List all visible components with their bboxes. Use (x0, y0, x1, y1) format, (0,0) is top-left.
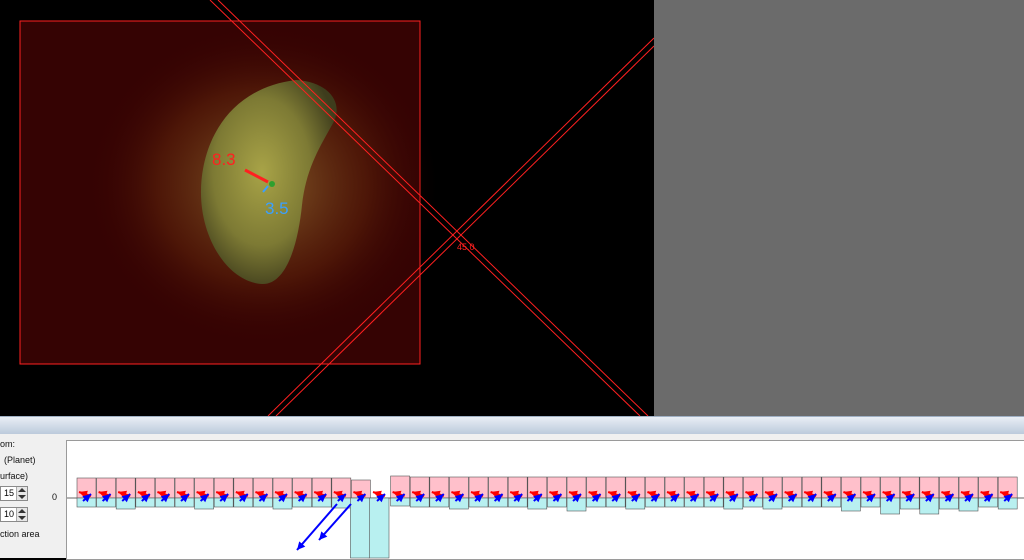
side-label-1: om: (0, 439, 16, 449)
spinner-1[interactable]: 15 (0, 486, 28, 501)
bottom-panel: om: (Planet) urface) 15 10 ction area 0 (0, 434, 1024, 560)
panel-splitter[interactable] (0, 416, 1024, 435)
gray-panel (654, 0, 1024, 416)
spin-up-icon[interactable] (18, 488, 26, 492)
spinner-1-value[interactable]: 15 (2, 487, 14, 500)
spinner-2-buttons[interactable] (16, 508, 27, 521)
profile-graph[interactable] (66, 440, 1024, 560)
graph-bar-negative (368, 497, 390, 559)
red-measure-label: 8.3 (212, 150, 236, 169)
side-label-3: urface) (0, 471, 29, 481)
angle-label: 45.0 (457, 242, 475, 252)
spin-down-icon[interactable] (18, 495, 26, 499)
side-label-2: (Planet) (4, 455, 36, 465)
spin-up-icon[interactable] (18, 509, 26, 513)
spinner-2-value[interactable]: 10 (2, 508, 14, 521)
blue-measure-label: 3.5 (265, 199, 289, 218)
zero-axis-label: 0 (52, 492, 58, 502)
side-label-4: ction area (0, 529, 40, 539)
spin-down-icon[interactable] (18, 516, 26, 520)
spinner-1-buttons[interactable] (16, 487, 27, 500)
3d-viewport[interactable]: 45.0 8.3 3.5 (0, 0, 654, 416)
graph-bar-negative (350, 497, 370, 559)
spinner-2[interactable]: 10 (0, 507, 28, 522)
viewport-canvas: 45.0 8.3 3.5 (19, 0, 654, 416)
graph-canvas (67, 475, 1024, 559)
center-point (269, 181, 275, 187)
